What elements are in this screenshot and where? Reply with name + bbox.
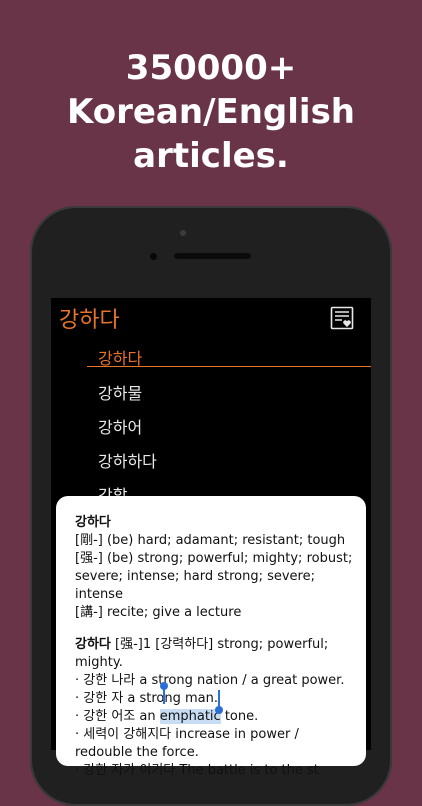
selection-start-bar [163,686,165,704]
headline: 350000+ Korean/English articles. [0,46,422,178]
example-line: redouble the force. [75,745,199,760]
definition-line: [剛-] (be) hard; adamant; resistant; toug… [75,533,346,548]
definition-line: [强-] (be) strong; powerful; mighty; robu… [75,551,353,566]
headline-line-1: 350000+ [125,48,297,88]
phone-speaker-dot [180,230,186,236]
list-item[interactable]: 강하어 [98,414,142,438]
favorites-list-icon[interactable] [330,306,354,330]
list-item[interactable]: 강하하다 [98,448,157,472]
headline-line-3: articles. [133,136,289,176]
phone-earpiece [174,253,251,259]
entry-header: 강하다 [强-]1 [강력하다] strong; powerful; [75,637,329,652]
definition-line: [講-] recite; give a lecture [75,605,242,620]
selected-underline [87,366,371,367]
definition-popup[interactable]: 강하다 [剛-] (be) hard; adamant; resistant; … [56,496,366,778]
headline-line-2: Korean/English [66,92,356,132]
example-line: · 강한 나라 a strong nation / a great power. [75,673,345,688]
example-line: · 세력이 강해지다 increase in power / [75,727,299,742]
definition-line: severe; intense; hard strong; severe; in… [75,569,315,602]
example-line: · 강한 자가 이기다 The battle is to the st [75,763,319,778]
entry-header-cont: mighty. [75,655,123,670]
entry-headword: 강하다 [75,515,111,530]
example-line: · 강한 자 a strong man. [75,691,219,706]
phone-camera [150,253,157,260]
selected-text[interactable]: emphatic [159,709,221,724]
list-item[interactable]: 강하물 [98,380,142,404]
selection-end-handle[interactable] [215,706,223,714]
search-term[interactable]: 강하다 [59,302,120,334]
